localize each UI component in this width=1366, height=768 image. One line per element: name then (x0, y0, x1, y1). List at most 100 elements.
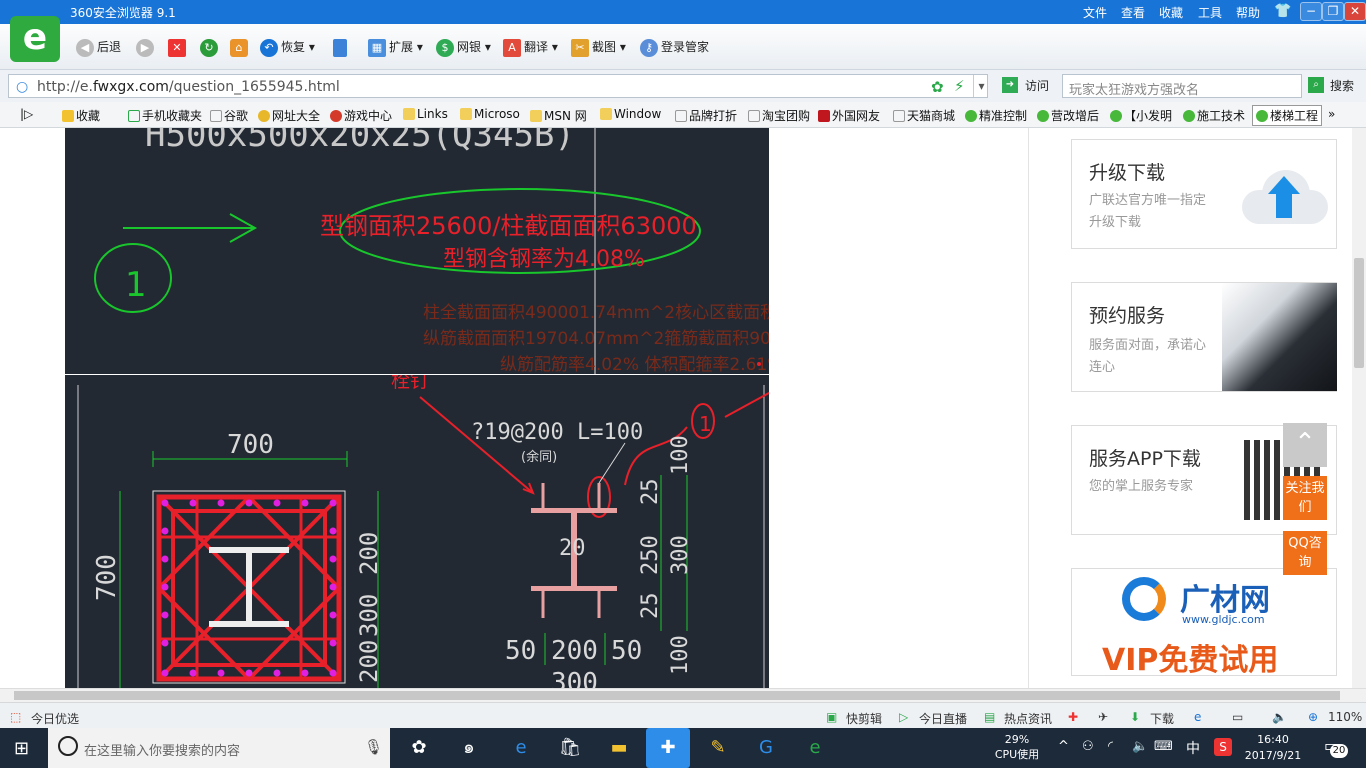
restore-button[interactable]: ↶ 恢复 ▾ (260, 36, 315, 58)
menu-tools[interactable]: 工具 (1198, 4, 1222, 21)
close-button[interactable]: ✕ (1344, 2, 1366, 21)
fav-item-7[interactable]: MSN 网 (530, 107, 587, 124)
fav-item-14[interactable]: 营改增后 (1037, 107, 1099, 124)
browser-360-icon[interactable]: e (800, 734, 830, 762)
wifi-icon[interactable]: ◜ (1108, 739, 1113, 754)
fav-item-9[interactable]: 品牌打折 (675, 107, 737, 124)
task-view-icon[interactable]: ✿ (404, 734, 434, 762)
menu-view[interactable]: 查看 (1121, 4, 1145, 21)
stop-button[interactable]: ✕ (168, 36, 189, 58)
extensions-button[interactable]: ▦ 扩展 ▾ (368, 36, 423, 58)
status-item-download[interactable]: 下载 (1150, 710, 1174, 727)
fav-item-5[interactable]: Links (403, 107, 448, 121)
microphone-icon[interactable]: 🎙 (364, 738, 383, 756)
ad-promo: VIP免费试用 (1102, 643, 1279, 678)
screenshot-button[interactable]: ✂ 截图 ▾ (571, 36, 626, 58)
qq-consult-button[interactable]: QQ咨询 (1283, 531, 1327, 575)
visit-button[interactable]: 访问 (1025, 77, 1049, 94)
grid-icon: ▦ (368, 38, 386, 57)
sidebar-toggle-button[interactable] (333, 36, 350, 58)
daily-pick-label[interactable]: 今日优选 (31, 710, 79, 727)
notes-icon[interactable]: ✎ (703, 734, 733, 762)
bank-button[interactable]: $ 网银 ▾ (436, 36, 491, 58)
skin-icon[interactable]: 👕 (1274, 3, 1291, 19)
sidebar-collapse-icon[interactable]: |▷ (20, 107, 33, 121)
speaker-icon[interactable]: 🔈 (1132, 739, 1148, 754)
gldjc-ad-card[interactable]: 广材网 www.gldjc.com VIP免费试用 (1071, 568, 1337, 678)
menu-help[interactable]: 帮助 (1236, 4, 1260, 21)
back-button[interactable]: ◀ 后退 (76, 36, 121, 58)
pin-icon[interactable]: ✈ (1098, 710, 1108, 724)
fav-item-12[interactable]: 天猫商城 (893, 107, 955, 124)
url-dropdown-icon[interactable]: ▾ (973, 75, 989, 97)
forward-button[interactable]: ▶ (136, 36, 157, 58)
search-icon[interactable]: ⌕ (1308, 77, 1324, 93)
aid-icon[interactable]: ✚ (1068, 710, 1078, 724)
upgrade-download-card[interactable]: 升级下载 广联达官方唯一指定升级下载 (1071, 139, 1337, 249)
ime-indicator[interactable]: 中 (1186, 738, 1200, 758)
menu-favorites[interactable]: 收藏 (1159, 4, 1183, 21)
glodon-icon[interactable]: G (751, 734, 781, 762)
window-icon[interactable]: ▭ (1232, 710, 1243, 724)
zoom-level[interactable]: 110% (1328, 710, 1362, 724)
translate-button[interactable]: A 翻译 ▾ (503, 36, 558, 58)
keyboard-icon[interactable]: ⌨ (1154, 739, 1173, 754)
dim-700-horizontal: 700 (227, 430, 274, 460)
taskbar-search-input[interactable]: 在这里输入你要搜索的内容 🎙 (48, 728, 390, 768)
horizontal-scrollbar-thumb[interactable] (14, 691, 1340, 700)
status-item-clip[interactable]: 快剪辑 (846, 710, 882, 727)
fav-item-0[interactable]: 收藏 (62, 107, 100, 124)
reservation-card[interactable]: 预约服务 服务面对面，承诺心连心 (1071, 282, 1337, 392)
speed-icon[interactable]: ⚡ (954, 77, 965, 95)
status-item-live[interactable]: 今日直播 (919, 710, 967, 727)
minimize-button[interactable]: − (1300, 2, 1322, 21)
vertical-scrollbar[interactable] (1352, 128, 1366, 688)
fav-item-17[interactable]: 楼梯工程 (1252, 105, 1323, 126)
volume-icon[interactable]: 🔈 (1272, 710, 1287, 724)
explorer-icon[interactable]: ▬ (604, 734, 634, 762)
dim-25-bottom: 25 (638, 593, 663, 620)
url-text[interactable]: http://e.fwxgx.com/question_1655945.html (37, 79, 340, 95)
sogou-ime-icon[interactable]: S (1214, 738, 1232, 756)
status-item-news[interactable]: 热点资讯 (1004, 710, 1052, 727)
search-button[interactable]: 搜索 (1330, 77, 1354, 94)
login-manager-button[interactable]: ⚷ 登录管家 (640, 36, 709, 58)
security-icon[interactable]: ✿ (931, 78, 944, 96)
fav-item-15[interactable]: 【小发明 (1110, 107, 1172, 124)
fav-item-11[interactable]: 外国网友 (818, 107, 880, 124)
menu-file[interactable]: 文件 (1083, 4, 1107, 21)
app-spiral-icon[interactable]: ๑ (454, 734, 484, 762)
store-icon[interactable]: 🛍 (555, 734, 585, 762)
fav-item-16[interactable]: 施工技术 (1183, 107, 1245, 124)
stud-spec: ?19@200 L=100 (471, 420, 643, 445)
fav-item-3[interactable]: 网址大全 (258, 107, 320, 124)
fav-item-13[interactable]: 精准控制 (965, 107, 1027, 124)
fav-item-4[interactable]: 游戏中心 (330, 107, 392, 124)
edge-icon[interactable]: e (506, 734, 536, 762)
clock[interactable]: 16:40 2017/9/21 (1244, 732, 1302, 764)
follow-us-button[interactable]: 关注我们 (1283, 476, 1327, 520)
folder-icon (600, 108, 612, 120)
fav-item-6[interactable]: Microso (460, 107, 520, 121)
people-icon[interactable]: ⚇ (1082, 739, 1094, 754)
daily-pick-icon[interactable]: ⬚ (10, 710, 21, 724)
go-arrow-icon[interactable]: ➜ (1002, 77, 1018, 93)
back-to-top-button[interactable]: ⌃ (1283, 423, 1327, 467)
fav-item-1[interactable]: 手机收藏夹 (128, 107, 202, 124)
active-app-icon[interactable]: ✚ (646, 728, 690, 768)
search-input[interactable]: 玩家太狂游戏方强改名 (1062, 74, 1302, 98)
home-button[interactable]: ⌂ (230, 36, 251, 58)
fav-more-icon[interactable]: » (1328, 107, 1335, 121)
tray-up-icon[interactable]: ^ (1058, 739, 1069, 754)
cpu-monitor[interactable]: 29% CPU使用 (990, 732, 1044, 762)
address-bar[interactable]: ○ http://e.fwxgx.com/question_1655945.ht… (8, 74, 988, 98)
maximize-button[interactable]: ❐ (1322, 2, 1344, 21)
refresh-button[interactable]: ↻ (200, 36, 221, 58)
ie-icon[interactable]: e (1194, 710, 1201, 724)
fav-item-2[interactable]: 谷歌 (210, 107, 248, 124)
windows-start-icon[interactable]: ⊞ (14, 738, 29, 759)
fav-item-10[interactable]: 淘宝团购 (748, 107, 810, 124)
fav-item-8[interactable]: Window (600, 107, 661, 121)
vertical-scrollbar-thumb[interactable] (1354, 258, 1364, 368)
wechat-icon (965, 110, 977, 122)
